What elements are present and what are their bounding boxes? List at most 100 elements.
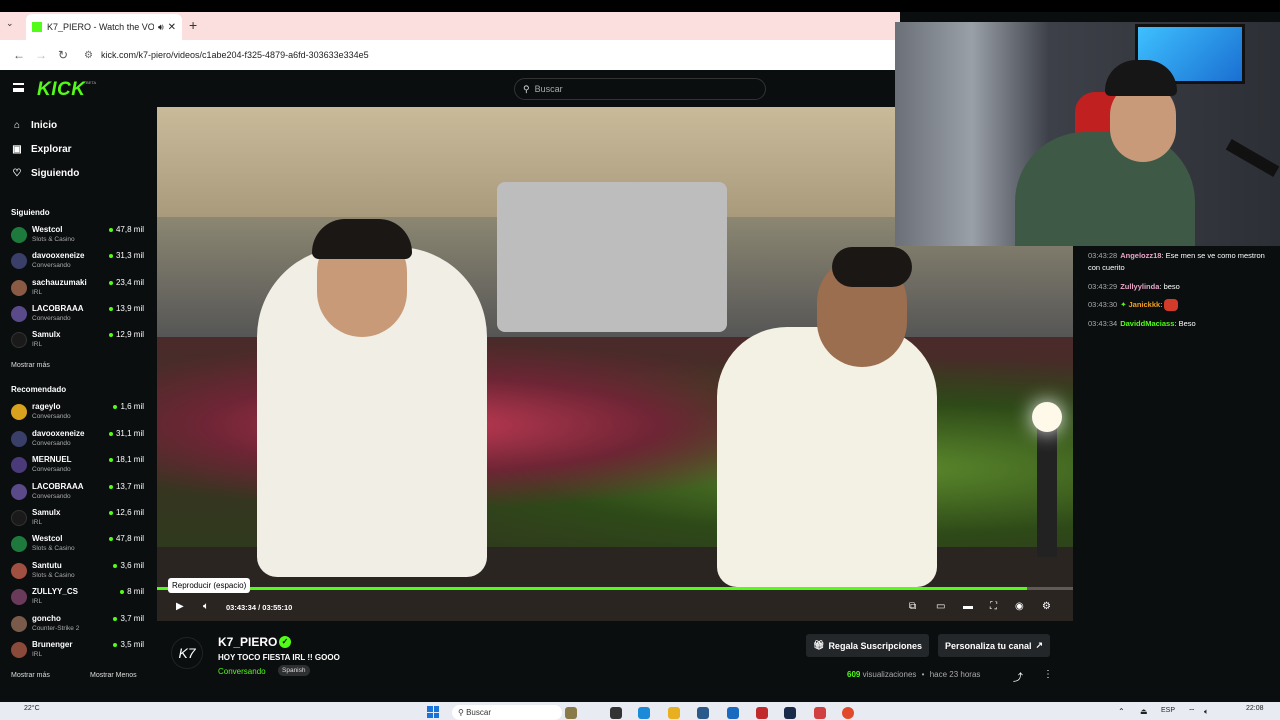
channel-name: LACOBRAAA xyxy=(32,304,84,313)
kick-logo[interactable]: KICK xyxy=(37,79,85,101)
taskbar-app-icon[interactable] xyxy=(814,707,826,719)
gift-subscriptions-button[interactable]: 🎁︎ Regala Suscripciones xyxy=(806,634,929,657)
recommended-show-more-link[interactable]: Mostrar más xyxy=(11,672,50,679)
search-input[interactable]: ⚲ Buscar xyxy=(514,78,766,100)
emote-icon xyxy=(1164,299,1179,312)
sidebar-channel-lacobraaa[interactable]: LACOBRAAA Conversando 13,7 mil xyxy=(11,482,144,506)
viewer-count: 12,6 mil xyxy=(109,508,144,517)
recommended-show-less-link[interactable]: Mostrar Menos xyxy=(90,672,137,679)
taskbar-app-icon[interactable] xyxy=(756,707,768,719)
tab-search-chevron-icon[interactable]: ⌄ xyxy=(6,18,14,29)
browser-tab[interactable]: K7_PIERO - Watch the VOD 🔊︎ ✕ xyxy=(26,14,182,40)
video-progress-bar[interactable] xyxy=(157,587,1073,590)
viewer-count: 3,5 mil xyxy=(113,640,144,649)
chevron-up-icon[interactable]: ⌃ xyxy=(1118,707,1125,716)
fullscreen-icon[interactable]: ⛶ xyxy=(990,601,997,612)
start-menu-icon[interactable] xyxy=(427,706,439,718)
wifi-icon[interactable]: ⌔ xyxy=(1188,707,1196,717)
miniplayer-icon[interactable]: ⧉ xyxy=(909,601,916,612)
outlook-icon[interactable] xyxy=(727,707,739,719)
taskbar-search-placeholder: Buscar xyxy=(466,708,491,717)
task-view-icon[interactable] xyxy=(610,707,622,719)
sidebar-channel-santutu[interactable]: Santutu Slots & Casino 3,6 mil xyxy=(11,561,144,585)
forward-icon[interactable]: → xyxy=(30,48,52,62)
sidebar-channel-sachauzumaki[interactable]: sachauzumaki IRL 23,4 mil xyxy=(11,278,144,302)
video-frame-lamp-light xyxy=(1032,402,1062,432)
video-frame-person-right-hair xyxy=(832,247,912,287)
stream-info-bar: K7 K7_PIERO ✓ HOY TOCO FIESTA IRL !! GOO… xyxy=(155,621,1073,702)
channel-name: MERNUEL xyxy=(32,455,72,464)
play-icon[interactable]: ▶ xyxy=(176,601,184,612)
menu-icon[interactable] xyxy=(13,83,24,92)
edge-icon[interactable] xyxy=(638,707,650,719)
chat-message: 03:43:34 DaviddMaciass: Beso xyxy=(1088,319,1196,328)
sidebar-channel-brunenger[interactable]: Brunenger IRL 3,5 mil xyxy=(11,640,144,664)
customize-button-label: Personaliza tu canal xyxy=(945,640,1032,651)
sidebar-channel-zullyy-cs[interactable]: ZULLYY_CS IRL 8 mil xyxy=(11,587,144,611)
channel-name: Westcol xyxy=(32,534,63,543)
avatar xyxy=(11,457,27,473)
sidebar-channel-mernuel[interactable]: MERNUEL Conversando 18,1 mil xyxy=(11,455,144,479)
sidebar-channel-goncho[interactable]: goncho Counter-Strike 2 3,7 mil xyxy=(11,614,144,638)
settings-gear-icon[interactable]: ⚙ xyxy=(1042,601,1051,612)
viewer-count: 3,7 mil xyxy=(113,614,144,623)
store-icon[interactable] xyxy=(697,707,709,719)
nav-item-siguiendo[interactable]: ♡ Siguiendo xyxy=(11,168,80,179)
theater-mode-icon[interactable]: ▬ xyxy=(963,601,973,612)
customize-channel-button[interactable]: Personaliza tu canal ↗ xyxy=(938,634,1051,657)
following-show-more-link[interactable]: Mostrar más xyxy=(11,362,50,369)
share-icon[interactable]: ⤴ xyxy=(1013,669,1023,684)
channel-name: rageylo xyxy=(32,402,61,411)
reload-icon[interactable]: ↻ xyxy=(52,48,74,62)
channel-avatar[interactable]: K7 xyxy=(171,637,203,669)
channel-name: Samulx xyxy=(32,508,61,517)
sidebar-channel-davooxeneize[interactable]: davooxeneize Conversando 31,1 mil xyxy=(11,429,144,453)
kick-favicon-icon xyxy=(32,22,42,32)
channel-category: IRL xyxy=(32,598,43,605)
sidebar-channel-westcol[interactable]: Westcol Slots & Casino 47,8 mil xyxy=(11,534,144,558)
sidebar-channel-davooxeneize[interactable]: davooxeneize Conversando 31,3 mil xyxy=(11,251,144,275)
viewer-count: 13,7 mil xyxy=(109,482,144,491)
sidebar-channel-rageylo[interactable]: rageylo Conversando 1,6 mil xyxy=(11,402,144,426)
back-icon[interactable]: ← xyxy=(8,48,30,62)
taskbar-app-icon[interactable] xyxy=(565,707,577,719)
steam-icon[interactable] xyxy=(784,707,796,719)
taskbar-search-input[interactable]: ⚲ Buscar xyxy=(452,705,562,720)
stream-title: HOY TOCO FIESTA IRL !! GOOO xyxy=(218,653,340,662)
avatar xyxy=(11,642,27,658)
chrome-icon[interactable] xyxy=(842,707,854,719)
network-status-icon[interactable]: ⏏ xyxy=(1140,707,1148,716)
nav-item-explorar[interactable]: ▣ Explorar xyxy=(11,144,71,155)
nav-item-inicio[interactable]: ⌂ Inicio xyxy=(11,120,57,131)
chat-username[interactable]: Janickkk xyxy=(1129,300,1161,309)
chat-username[interactable]: Zullyylinda xyxy=(1120,282,1159,291)
chat-timestamp: 03:43:29 xyxy=(1088,282,1118,291)
pip-icon[interactable]: ▭ xyxy=(936,601,945,612)
file-explorer-icon[interactable] xyxy=(668,707,680,719)
channel-name: goncho xyxy=(32,614,61,623)
volume-icon[interactable]: 🔈︎ xyxy=(203,601,209,612)
language-tag[interactable]: Spanish xyxy=(278,665,310,676)
new-tab-icon[interactable]: + xyxy=(189,17,197,33)
viewer-count: 23,4 mil xyxy=(109,278,144,287)
channel-name[interactable]: K7_PIERO xyxy=(218,635,277,649)
volume-icon[interactable]: 🔈︎ xyxy=(1204,707,1209,717)
playback-speed-icon[interactable]: ◉ xyxy=(1015,601,1024,612)
close-icon[interactable]: ✕ xyxy=(168,22,176,33)
sidebar-channel-lacobraaa[interactable]: LACOBRAAA Conversando 13,9 mil xyxy=(11,304,144,328)
sidebar-channel-samulx[interactable]: Samulx IRL 12,9 mil xyxy=(11,330,144,354)
speaker-icon[interactable]: 🔊︎ xyxy=(158,22,164,33)
weather-widget[interactable]: 22°C xyxy=(24,705,40,712)
avatar xyxy=(11,589,27,605)
channel-category: IRL xyxy=(32,289,43,296)
more-options-icon[interactable]: ⋮ xyxy=(1043,669,1053,680)
sidebar-channel-samulx[interactable]: Samulx IRL 12,6 mil xyxy=(11,508,144,532)
stream-category-link[interactable]: Conversando xyxy=(218,667,266,676)
input-language[interactable]: ESP xyxy=(1161,707,1175,714)
url-field[interactable]: ⚙ kick.com/k7-piero/videos/c1abe204-f325… xyxy=(84,44,900,66)
site-info-icon[interactable]: ⚙ xyxy=(84,50,93,61)
sidebar-channel-westcol[interactable]: Westcol Slots & Casino 47,8 mil xyxy=(11,225,144,249)
chat-username[interactable]: Angelozz18 xyxy=(1120,251,1161,260)
chat-username[interactable]: DaviddMaciass xyxy=(1120,319,1174,328)
clock[interactable]: 22:08 xyxy=(1246,705,1264,712)
